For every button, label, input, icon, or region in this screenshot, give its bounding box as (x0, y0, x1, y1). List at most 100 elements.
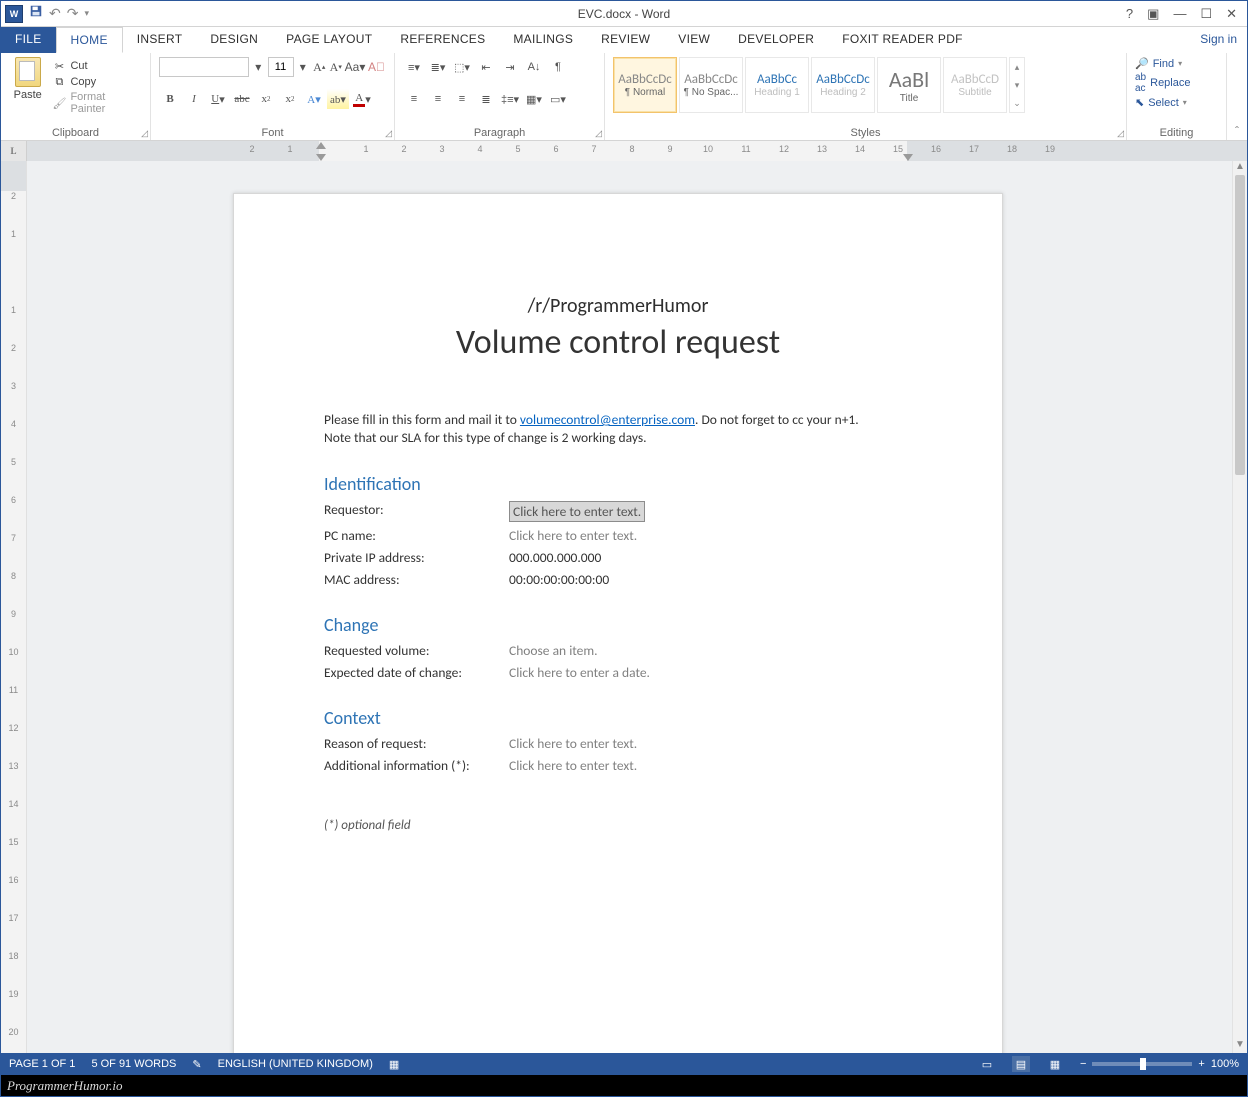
justify-icon[interactable]: ≣ (475, 89, 497, 109)
scroll-down-icon[interactable]: ▼ (1233, 1039, 1247, 1053)
font-name-dropdown-icon[interactable]: ▾ (251, 57, 266, 77)
status-page[interactable]: PAGE 1 OF 1 (9, 1058, 75, 1070)
style-no-spacing[interactable]: AaBbCcDc¶ No Spac... (679, 57, 743, 113)
zoom-slider[interactable] (1092, 1062, 1192, 1066)
decrease-indent-icon[interactable]: ⇤ (475, 57, 497, 77)
underline-button[interactable]: U▾ (207, 89, 229, 109)
qat-customize-icon[interactable]: ▾ (84, 8, 89, 19)
tab-view[interactable]: VIEW (664, 27, 724, 53)
select-button[interactable]: ⬉Select▾ (1135, 96, 1218, 109)
clipboard-dialog-launcher-icon[interactable]: ◿ (141, 128, 148, 139)
zoom-percent[interactable]: 100% (1211, 1058, 1239, 1070)
font-color-icon[interactable]: A▾ (351, 89, 373, 109)
styles-dialog-launcher-icon[interactable]: ◿ (1117, 128, 1124, 139)
right-indent-icon[interactable] (903, 154, 913, 161)
style-heading-2[interactable]: AaBbCcDcHeading 2 (811, 57, 875, 113)
subscript-button[interactable]: x2 (255, 89, 277, 109)
increase-indent-icon[interactable]: ⇥ (499, 57, 521, 77)
vertical-ruler[interactable]: 211234567891011121314151617181920 (1, 161, 27, 1053)
tab-foxit-reader-pdf[interactable]: FOXIT READER PDF (828, 27, 977, 53)
zoom-knob[interactable] (1140, 1058, 1146, 1070)
copy-button[interactable]: ⧉ Copy (52, 75, 142, 89)
replace-button[interactable]: abacReplace (1135, 72, 1218, 94)
style-normal[interactable]: AaBbCcDc¶ Normal (613, 57, 677, 113)
horizontal-ruler[interactable]: 2112345678910111213141516171819 (27, 141, 1247, 161)
font-size-input[interactable] (268, 57, 294, 77)
field-reason[interactable]: Click here to enter text. (509, 735, 637, 752)
tab-file[interactable]: FILE (1, 27, 56, 53)
tab-review[interactable]: REVIEW (587, 27, 664, 53)
status-language[interactable]: ENGLISH (UNITED KINGDOM) (218, 1058, 373, 1070)
sort-icon[interactable]: A↓ (523, 57, 545, 77)
borders-icon[interactable]: ▭▾ (547, 89, 569, 109)
tab-insert[interactable]: INSERT (123, 27, 197, 53)
text-effects-icon[interactable]: A▾ (303, 89, 325, 109)
strikethrough-button[interactable]: abc (231, 89, 253, 109)
document-canvas[interactable]: /r/ProgrammerHumor Volume control reques… (27, 161, 1232, 1053)
field-requested-volume[interactable]: Choose an item. (509, 642, 598, 659)
minimize-icon[interactable]: — (1173, 6, 1186, 21)
view-print-layout-icon[interactable]: ▤ (1012, 1056, 1030, 1072)
bold-button[interactable]: B (159, 89, 181, 109)
tab-design[interactable]: DESIGN (196, 27, 272, 53)
paragraph-dialog-launcher-icon[interactable]: ◿ (595, 128, 602, 139)
tab-selector[interactable]: L (1, 141, 27, 161)
change-case-icon[interactable]: Aa▾ (345, 57, 365, 77)
style-subtitle[interactable]: AaBbCcDSubtitle (943, 57, 1007, 113)
zoom-out-icon[interactable]: − (1080, 1058, 1086, 1070)
close-icon[interactable]: ✕ (1226, 6, 1237, 22)
style-title[interactable]: AaBlTitle (877, 57, 941, 113)
undo-icon[interactable]: ↶ (49, 5, 61, 22)
tab-developer[interactable]: DEVELOPER (724, 27, 828, 53)
tab-references[interactable]: REFERENCES (386, 27, 499, 53)
status-proofing-icon[interactable]: ✎ (192, 1058, 201, 1071)
collapse-ribbon-icon[interactable]: ˆ (1227, 124, 1247, 140)
vertical-scrollbar[interactable]: ▲ ▼ (1232, 161, 1247, 1053)
field-additional-info[interactable]: Click here to enter text. (509, 757, 637, 774)
styles-more-icon[interactable]: ▴▾⌄ (1009, 57, 1025, 113)
scroll-thumb[interactable] (1235, 175, 1245, 475)
align-left-icon[interactable]: ≡ (403, 89, 425, 109)
field-pc-name[interactable]: Click here to enter text. (509, 527, 637, 544)
highlight-icon[interactable]: ab▾ (327, 89, 349, 109)
font-dialog-launcher-icon[interactable]: ◿ (385, 128, 392, 139)
help-icon[interactable]: ? (1126, 6, 1133, 21)
shrink-font-icon[interactable]: A▾ (329, 57, 344, 77)
word-app-icon[interactable]: W (5, 5, 23, 23)
field-mac-address[interactable]: 00:00:00:00:00:00 (509, 571, 609, 588)
format-painter-button[interactable]: 🖌 Format Painter (52, 91, 142, 115)
shading-icon[interactable]: ▦▾ (523, 89, 545, 109)
status-macros-icon[interactable]: ▦ (389, 1058, 399, 1071)
line-spacing-icon[interactable]: ‡≡▾ (499, 89, 521, 109)
clear-formatting-icon[interactable]: A⃠ (367, 57, 386, 77)
email-link[interactable]: volumecontrol@enterprise.com (520, 411, 695, 428)
align-right-icon[interactable]: ≡ (451, 89, 473, 109)
align-center-icon[interactable]: ≡ (427, 89, 449, 109)
tab-page-layout[interactable]: PAGE LAYOUT (272, 27, 386, 53)
view-read-mode-icon[interactable]: ▭ (978, 1056, 996, 1072)
redo-icon[interactable]: ↷ (67, 5, 79, 22)
multilevel-list-icon[interactable]: ⬚▾ (451, 57, 473, 77)
status-words[interactable]: 5 OF 91 WORDS (91, 1058, 176, 1070)
style-heading-1[interactable]: AaBbCcHeading 1 (745, 57, 809, 113)
superscript-button[interactable]: x2 (279, 89, 301, 109)
grow-font-icon[interactable]: A▴ (312, 57, 327, 77)
save-icon[interactable] (29, 4, 43, 23)
italic-button[interactable]: I (183, 89, 205, 109)
show-paragraph-marks-icon[interactable]: ¶ (547, 57, 569, 77)
font-size-dropdown-icon[interactable]: ▾ (296, 57, 311, 77)
field-private-ip[interactable]: 000.000.000.000 (509, 549, 601, 566)
numbering-icon[interactable]: ≣▾ (427, 57, 449, 77)
tab-home[interactable]: HOME (56, 27, 123, 53)
bullets-icon[interactable]: ≡▾ (403, 57, 425, 77)
scroll-up-icon[interactable]: ▲ (1233, 161, 1247, 175)
sign-in-link[interactable]: Sign in (1190, 27, 1247, 53)
cut-button[interactable]: ✂ Cut (52, 59, 142, 73)
view-web-layout-icon[interactable]: ▦ (1046, 1056, 1064, 1072)
find-button[interactable]: 🔎Find▾ (1135, 57, 1218, 70)
ribbon-display-icon[interactable]: ▣ (1147, 6, 1159, 22)
field-expected-date[interactable]: Click here to enter a date. (509, 664, 650, 681)
font-name-input[interactable] (159, 57, 249, 77)
tab-mailings[interactable]: MAILINGS (499, 27, 587, 53)
field-requestor[interactable]: Click here to enter text. (509, 501, 645, 522)
